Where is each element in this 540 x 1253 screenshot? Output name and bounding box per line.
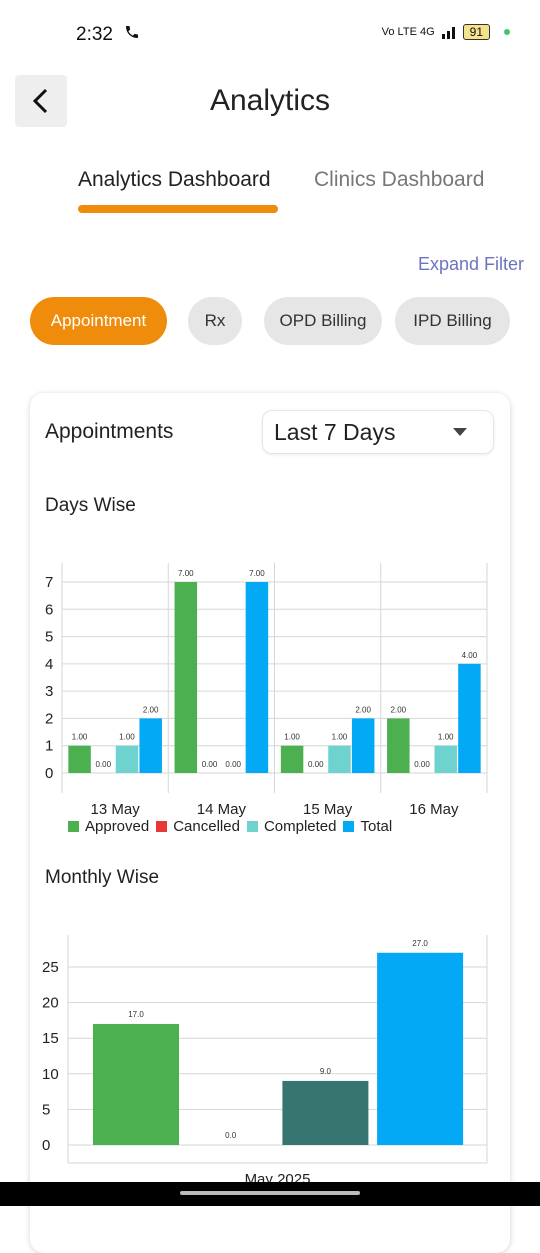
- bar-value-label: 17.0: [128, 1010, 144, 1019]
- y-tick-label: 0: [42, 1137, 50, 1154]
- x-tick-label: May 2025: [245, 1171, 311, 1182]
- y-tick-label: 20: [42, 995, 59, 1012]
- system-navigation-bar: [0, 1182, 540, 1206]
- bar-approved: [93, 1023, 179, 1145]
- bar-total: [377, 952, 464, 1145]
- y-tick-label: 5: [42, 1101, 50, 1118]
- bar-value-label: 0.0: [225, 1131, 237, 1140]
- bar-value-label: 9.0: [320, 1067, 332, 1076]
- home-gesture-handle[interactable]: [180, 1191, 360, 1195]
- bar-completed: [282, 1080, 369, 1145]
- y-tick-label: 15: [42, 1030, 59, 1047]
- bar-value-label: 27.0: [412, 939, 428, 948]
- monthly-wise-chart: 0 5 10 15 20 25 17.0 0.0 9.0 27.0 May 2025: [42, 935, 488, 1182]
- y-tick-label: 10: [42, 1066, 59, 1083]
- y-tick-label: 25: [42, 959, 59, 976]
